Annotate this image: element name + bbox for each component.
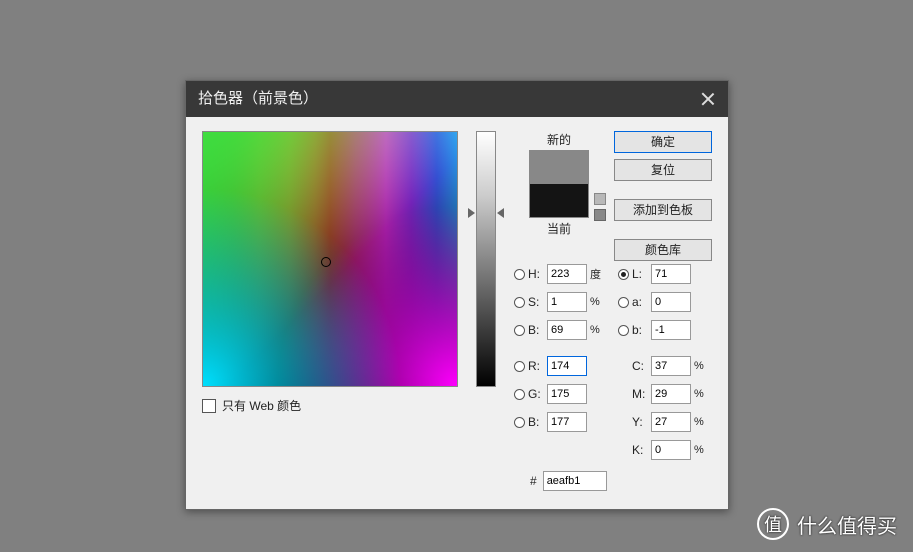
swatch-new-label: 新的	[547, 131, 571, 148]
lab-cmyk-column: L: 71 a: 0 b: -1	[618, 263, 708, 461]
ok-button[interactable]: 确定	[614, 131, 712, 153]
input-s[interactable]: 1	[547, 292, 587, 312]
input-l[interactable]: 71	[651, 264, 691, 284]
watermark: 值 什么值得买	[757, 508, 897, 540]
swatch-box[interactable]	[529, 150, 589, 218]
radio-s[interactable]	[514, 297, 525, 308]
label-y: Y:	[632, 415, 648, 429]
radio-l[interactable]	[618, 269, 629, 280]
radio-b[interactable]	[514, 325, 525, 336]
slider-pointer-left[interactable]	[468, 208, 475, 218]
input-hex[interactable]: aeafb1	[543, 471, 607, 491]
input-a[interactable]: 0	[651, 292, 691, 312]
radio-g[interactable]	[514, 389, 525, 400]
unit-c: %	[694, 360, 708, 372]
dialog-title: 拾色器（前景色）	[198, 81, 318, 117]
color-picker-dialog: 拾色器（前景色） 只有 Web 颜色 新的	[185, 80, 729, 510]
hex-prefix: #	[530, 474, 537, 488]
label-c: C:	[632, 359, 648, 373]
web-only-checkbox[interactable]	[202, 399, 216, 413]
add-swatch-button[interactable]: 添加到色板	[614, 199, 712, 221]
value-slider[interactable]	[476, 131, 496, 387]
swatch-current[interactable]	[530, 184, 588, 217]
label-m: M:	[632, 387, 648, 401]
unit-b: %	[590, 324, 604, 336]
color-field[interactable]	[202, 131, 458, 387]
titlebar[interactable]: 拾色器（前景色）	[186, 81, 728, 117]
input-k[interactable]: 0	[651, 440, 691, 460]
cancel-button[interactable]: 复位	[614, 159, 712, 181]
input-b[interactable]: 69	[547, 320, 587, 340]
watermark-text: 什么值得买	[797, 510, 897, 539]
close-icon[interactable]	[700, 91, 716, 107]
radio-r[interactable]	[514, 361, 525, 372]
libraries-button[interactable]: 颜色库	[614, 239, 712, 261]
slider-column	[468, 131, 504, 491]
label-r: R:	[528, 359, 544, 373]
dialog-body: 只有 Web 颜色 新的 当前	[186, 117, 728, 509]
radio-bl[interactable]	[514, 417, 525, 428]
label-bl: B:	[528, 415, 544, 429]
hsb-rgb-column: H: 223 度 S: 1 % B: 69 %	[514, 263, 604, 461]
gamut-warning-icon[interactable]	[594, 193, 606, 205]
watermark-badge: 值	[757, 508, 789, 540]
unit-m: %	[694, 388, 708, 400]
swatch-new[interactable]	[530, 151, 588, 184]
web-only-label: 只有 Web 颜色	[222, 397, 301, 414]
slider-pointer-right[interactable]	[497, 208, 504, 218]
web-only-row: 只有 Web 颜色	[202, 397, 458, 414]
label-b: B:	[528, 323, 544, 337]
input-r[interactable]: 174	[547, 356, 587, 376]
label-g: G:	[528, 387, 544, 401]
label-a: a:	[632, 295, 648, 309]
fields-wrap: H: 223 度 S: 1 % B: 69 %	[514, 263, 712, 461]
input-g[interactable]: 175	[547, 384, 587, 404]
radio-h[interactable]	[514, 269, 525, 280]
radio-lab-b[interactable]	[618, 325, 629, 336]
picker-marker[interactable]	[321, 257, 331, 267]
gamut-color-icon[interactable]	[594, 209, 606, 221]
button-column: 确定 复位 添加到色板 颜色库	[612, 131, 712, 261]
unit-k: %	[694, 444, 708, 456]
unit-h: 度	[590, 266, 604, 282]
left-column: 只有 Web 颜色	[202, 131, 458, 491]
input-y[interactable]: 27	[651, 412, 691, 432]
label-s: S:	[528, 295, 544, 309]
label-lab-b: b:	[632, 323, 648, 337]
input-m[interactable]: 29	[651, 384, 691, 404]
input-lab-b[interactable]: -1	[651, 320, 691, 340]
label-k: K:	[632, 443, 648, 457]
radio-a[interactable]	[618, 297, 629, 308]
unit-s: %	[590, 296, 604, 308]
input-bl[interactable]: 177	[547, 412, 587, 432]
swatch-cur-label: 当前	[547, 220, 571, 237]
label-h: H:	[528, 267, 544, 281]
input-c[interactable]: 37	[651, 356, 691, 376]
label-l: L:	[632, 267, 648, 281]
unit-y: %	[694, 416, 708, 428]
hex-row: # aeafb1	[514, 471, 712, 491]
input-h[interactable]: 223	[547, 264, 587, 284]
swatch-column: 新的 当前	[514, 131, 604, 261]
